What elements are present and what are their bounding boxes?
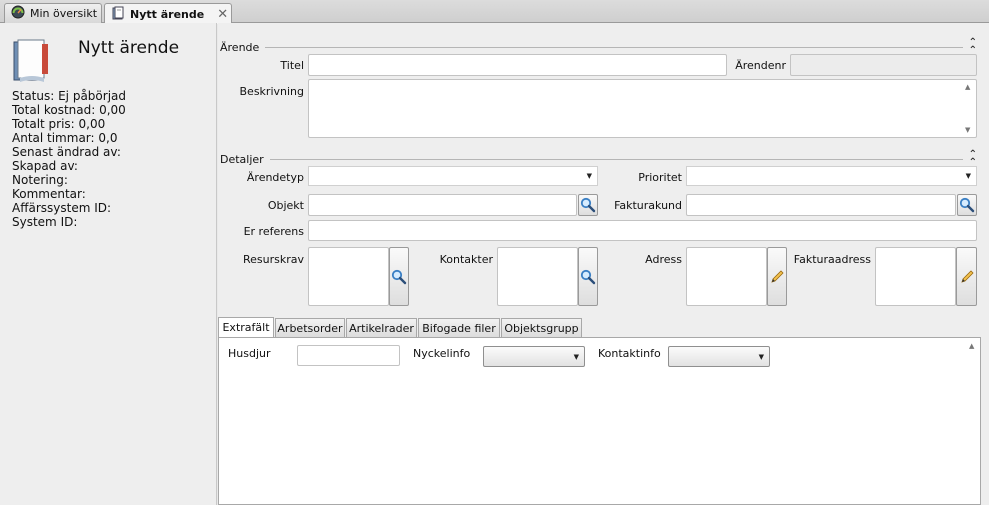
info-totalt-pris: Totalt pris: 0,00 — [12, 117, 106, 131]
label-prioritet: Prioritet — [638, 171, 682, 184]
section-title: Detaljer — [220, 152, 264, 166]
search-icon — [391, 269, 407, 284]
pencil-icon — [771, 269, 784, 283]
tab-artikelrader[interactable]: Artikelrader — [346, 318, 417, 337]
scroll-down-icon[interactable]: ▼ — [965, 126, 970, 134]
label-fakturakund: Fakturakund — [614, 199, 682, 212]
chevron-down-icon: ▼ — [758, 353, 764, 361]
info-total-kostnad: Total kostnad: 0,00 — [12, 103, 126, 117]
label-er-referens: Er referens — [243, 225, 304, 238]
info-status: Status: Ej påbörjad — [12, 89, 126, 103]
doc-tab-min-oversikt[interactable]: Min översikt — [4, 3, 102, 23]
adress-list[interactable] — [686, 247, 767, 306]
info-kommentar: Kommentar: — [12, 187, 86, 201]
close-icon[interactable]: ✕ — [217, 7, 228, 22]
section-header-detaljer: Detaljer ⌃ ⌃ — [220, 150, 977, 168]
info-skapad-av: Skapad av: — [12, 159, 78, 173]
er-referens-input[interactable] — [308, 220, 977, 241]
fakturakund-input[interactable] — [686, 194, 956, 216]
scroll-up-icon[interactable]: ▲ — [969, 342, 974, 350]
collapse-icon[interactable]: ⌃ ⌃ — [969, 38, 977, 56]
label-resurskrav: Resurskrav — [242, 253, 304, 266]
search-icon — [580, 269, 596, 284]
kontakter-search-button[interactable] — [578, 247, 598, 306]
husdjur-input[interactable] — [297, 345, 400, 366]
label-arendenr: Ärendenr — [735, 59, 786, 72]
case-book-icon — [111, 6, 125, 23]
label-titel: Titel — [280, 59, 304, 72]
fakturaadress-list[interactable] — [875, 247, 956, 306]
adress-edit-button[interactable] — [767, 247, 787, 306]
titel-input[interactable] — [308, 54, 727, 76]
info-affarssystem-id: Affärssystem ID: — [12, 201, 112, 215]
chevron-down-icon: ▼ — [573, 353, 579, 361]
prioritet-select[interactable]: ▼ — [686, 166, 977, 186]
chevron-down-icon: ▼ — [586, 172, 592, 180]
label-kontakter: Kontakter — [439, 253, 493, 266]
beskrivning-textarea[interactable]: ▲ ▼ — [308, 79, 977, 138]
tab-extrafalt[interactable]: Extrafält — [218, 317, 274, 337]
label-adress: Adress — [645, 253, 682, 266]
section-title: Ärende — [220, 40, 260, 54]
resurskrav-search-button[interactable] — [389, 247, 409, 306]
info-notering: Notering: — [12, 173, 68, 187]
doc-tab-label: Nytt ärende — [130, 7, 205, 21]
scroll-up-icon[interactable]: ▲ — [965, 83, 970, 91]
tabpanel-scrollbar[interactable]: ▲ — [967, 338, 980, 504]
info-senast-andrad: Senast ändrad av: — [12, 145, 121, 159]
label-arendetyp: Ärendetyp — [246, 171, 304, 184]
kontaktinfo-select[interactable]: ▼ — [668, 346, 770, 367]
beskrivning-scrollbar[interactable]: ▲ ▼ — [963, 80, 976, 137]
nyckelinfo-select[interactable]: ▼ — [483, 346, 585, 367]
resurskrav-list[interactable] — [308, 247, 389, 306]
pencil-icon — [960, 269, 974, 283]
page-title: Nytt ärende — [78, 38, 180, 58]
fakturakund-search-button[interactable] — [957, 194, 977, 216]
chevron-down-icon: ▼ — [965, 172, 971, 180]
arendenr-input — [790, 54, 977, 76]
search-icon — [580, 197, 596, 213]
section-header-arende: Ärende ⌃ ⌃ — [220, 38, 977, 56]
kontakter-list[interactable] — [497, 247, 578, 306]
tab-objektsgrupp[interactable]: Objektsgrupp — [501, 318, 582, 337]
tab-bifogade-filer[interactable]: Bifogade filer — [418, 318, 500, 337]
search-icon — [959, 197, 975, 213]
label-nyckelinfo: Nyckelinfo — [413, 347, 471, 360]
arendetyp-select[interactable]: ▼ — [308, 166, 598, 186]
info-antal-timmar: Antal timmar: 0,0 — [12, 131, 118, 145]
label-beskrivning: Beskrivning — [239, 85, 305, 98]
label-husdjur: Husdjur — [228, 347, 271, 360]
doc-tab-nytt-arende[interactable]: Nytt ärende ✕ — [104, 3, 232, 24]
tab-arbetsorder[interactable]: Arbetsorder — [275, 318, 345, 337]
collapse-icon[interactable]: ⌃ ⌃ — [969, 150, 977, 168]
info-system-id: System ID: — [12, 215, 78, 229]
label-fakturaadress: Fakturaadress — [793, 253, 871, 266]
fakturaadress-edit-button[interactable] — [956, 247, 977, 306]
label-kontaktinfo: Kontaktinfo — [598, 347, 661, 360]
doc-tab-label: Min översikt — [30, 7, 98, 20]
objekt-search-button[interactable] — [578, 194, 598, 216]
case-info-list: Status: Ej påbörjad Total kostnad: 0,00 … — [12, 89, 212, 229]
objekt-input[interactable] — [308, 194, 577, 216]
dashboard-gauge-icon — [11, 5, 25, 22]
case-large-icon — [12, 36, 54, 87]
label-objekt: Objekt — [267, 199, 304, 212]
